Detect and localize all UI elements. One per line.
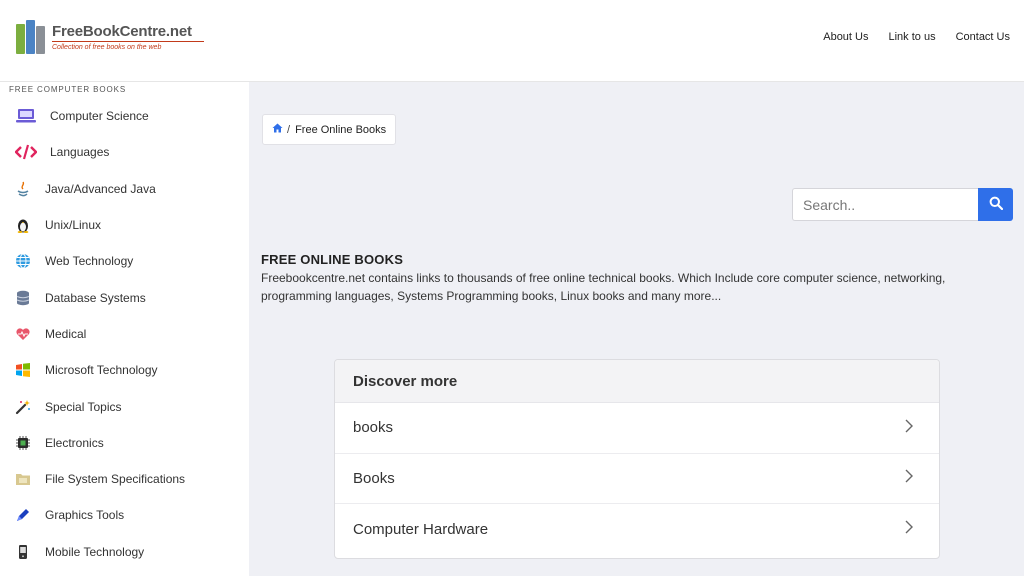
sidebar-item-label: Medical <box>45 326 87 341</box>
sidebar-item-languages[interactable]: Languages <box>0 134 249 170</box>
breadcrumb-current: Free Online Books <box>295 123 387 136</box>
sidebar-item-graphics-tools[interactable]: Graphics Tools <box>0 497 249 533</box>
sidebar-item-label: Microsoft Technology <box>45 363 158 378</box>
sidebar-heading: FREE COMPUTER BOOKS <box>9 85 127 94</box>
sidebar-item-mobile-technology[interactable]: Mobile Technology <box>0 534 249 570</box>
discover-more-panel: Discover more books Books Computer Hardw… <box>334 359 940 559</box>
folder-icon <box>15 471 31 487</box>
pen-icon <box>15 507 31 523</box>
nav-about-us[interactable]: About Us <box>823 31 868 43</box>
sidebar-item-web-technology[interactable]: Web Technology <box>0 243 249 279</box>
chip-icon <box>15 435 31 451</box>
discover-item-label: Computer Hardware <box>353 520 489 538</box>
mobile-phone-icon <box>15 544 31 560</box>
home-icon[interactable] <box>272 123 283 136</box>
breadcrumb-separator: / <box>287 123 291 136</box>
search-input[interactable] <box>792 188 978 221</box>
sidebar-item-label: Graphics Tools <box>45 508 125 523</box>
top-nav: About Us Link to us Contact Us <box>823 31 1010 43</box>
linux-penguin-icon <box>15 217 31 234</box>
sidebar-item-electronics[interactable]: Electronics <box>0 425 249 461</box>
nav-contact-us[interactable]: Contact Us <box>956 31 1010 43</box>
breadcrumb: / Free Online Books <box>262 114 397 145</box>
site-header: FreeBookCentre.net Collection of free bo… <box>0 0 1024 82</box>
sidebar-item-label: Mobile Technology <box>45 544 145 559</box>
sidebar-item-label: Computer Science <box>50 109 149 124</box>
logo-rule <box>52 40 204 42</box>
heart-icon <box>15 326 31 342</box>
sidebar-item-unix-linux[interactable]: Unix/Linux <box>0 207 249 243</box>
sidebar-item-label: File System Specifications <box>45 472 186 487</box>
chevron-right-icon <box>905 469 913 487</box>
main-content: / Free Online Books FREE ONLINE BOOKS Fr… <box>249 82 1024 576</box>
discover-item-computer-hardware[interactable]: Computer Hardware <box>335 504 939 555</box>
code-icon <box>15 144 37 160</box>
sidebar-item-file-system-specifications[interactable]: File System Specifications <box>0 461 249 497</box>
sidebar-item-medical[interactable]: Medical <box>0 316 249 352</box>
discover-item-label: Books <box>353 469 395 487</box>
sidebar-item-label: Java/Advanced Java <box>45 181 156 196</box>
site-logo[interactable]: FreeBookCentre.net Collection of free bo… <box>16 20 204 54</box>
intro-text: Freebookcentre.net contains links to tho… <box>261 271 946 303</box>
sidebar-item-label: Database Systems <box>45 290 146 305</box>
discover-item-label: books <box>353 419 394 437</box>
sidebar-item-label: Languages <box>50 145 110 160</box>
database-icon <box>15 290 31 306</box>
windows-icon <box>15 362 31 378</box>
logo-tagline: Collection of free books on the web <box>52 43 162 51</box>
books-logo-icon <box>16 20 48 54</box>
laptop-icon <box>15 108 37 124</box>
magic-wand-icon <box>15 399 31 415</box>
sidebar-item-java[interactable]: Java/Advanced Java <box>0 171 249 207</box>
sidebar-item-label: Web Technology <box>45 254 134 269</box>
sidebar-item-label: Electronics <box>45 435 104 450</box>
sidebar-item-label: Special Topics <box>45 399 122 414</box>
discover-item-books[interactable]: Books <box>335 454 939 504</box>
java-icon <box>15 181 31 197</box>
sidebar-item-label: Unix/Linux <box>45 218 102 233</box>
discover-heading: Discover more <box>335 360 939 403</box>
intro-section: FREE ONLINE BOOKS Freebookcentre.net con… <box>261 252 961 305</box>
nav-link-to-us[interactable]: Link to us <box>888 31 935 43</box>
globe-icon <box>15 253 31 269</box>
search-icon <box>989 196 1003 213</box>
sidebar-item-database-systems[interactable]: Database Systems <box>0 279 249 315</box>
search-button[interactable] <box>978 188 1013 221</box>
page-title: FREE ONLINE BOOKS <box>261 252 404 267</box>
sidebar-item-special-topics[interactable]: Special Topics <box>0 388 249 424</box>
sidebar-item-microsoft-technology[interactable]: Microsoft Technology <box>0 352 249 388</box>
chevron-right-icon <box>905 520 913 538</box>
search-bar <box>792 188 1013 221</box>
sidebar-item-computer-science[interactable]: Computer Science <box>0 98 249 134</box>
sidebar: FREE COMPUTER BOOKS Computer Science Lan… <box>0 82 249 576</box>
logo-title: FreeBookCentre.net <box>52 22 192 40</box>
chevron-right-icon <box>905 419 913 437</box>
discover-item-books-lower[interactable]: books <box>335 403 939 454</box>
